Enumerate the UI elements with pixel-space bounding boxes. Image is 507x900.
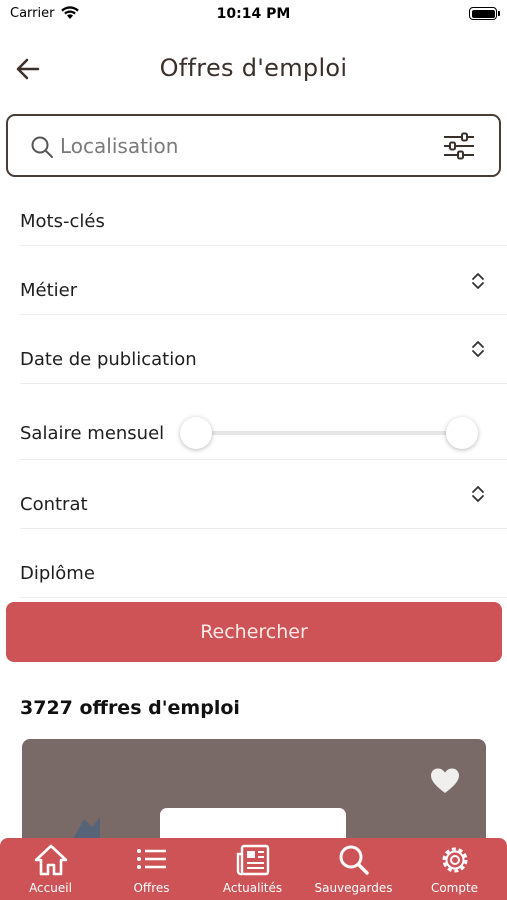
publication-date-select[interactable]: Date de publication (20, 334, 507, 384)
keywords-label: Mots-clés (20, 211, 105, 232)
salary-min-handle[interactable] (180, 417, 212, 449)
chevron-up-down-icon (472, 341, 484, 357)
search-icon (31, 136, 53, 158)
location-input[interactable] (60, 128, 420, 164)
heart-icon[interactable] (430, 767, 460, 794)
publication-date-label: Date de publication (20, 349, 197, 370)
location-search-box (6, 114, 501, 177)
tab-offers[interactable]: Offres (101, 838, 202, 900)
job-label: Métier (20, 280, 78, 301)
tab-news[interactable]: Actualités (202, 838, 303, 900)
keywords-field[interactable]: Mots-clés (20, 196, 507, 246)
salary-slider-track[interactable] (196, 431, 462, 435)
header: Offres d'emploi (0, 42, 507, 96)
tab-label: Accueil (29, 881, 72, 895)
salary-max-handle[interactable] (446, 417, 478, 449)
page-title: Offres d'emploi (159, 54, 348, 82)
contract-label: Contrat (20, 494, 88, 515)
job-select[interactable]: Métier (20, 265, 507, 315)
chevron-up-down-icon (472, 486, 484, 502)
search-icon (339, 845, 369, 875)
tab-label: Actualités (222, 881, 283, 895)
search-button[interactable]: Rechercher (6, 602, 502, 662)
chevron-up-down-icon (472, 273, 484, 289)
tab-label: Compte (430, 881, 479, 895)
clock: 10:14 PM (216, 6, 291, 22)
gear-icon (442, 847, 467, 873)
status-bar: Carrier 10:14 PM (0, 0, 507, 30)
results-count: 3727 offres d'emploi (20, 697, 240, 719)
home-icon (34, 844, 67, 876)
contract-select[interactable]: Contrat (20, 479, 507, 529)
tab-home[interactable]: Accueil (0, 838, 101, 900)
tab-account[interactable]: Compte (404, 838, 505, 900)
newspaper-icon (236, 844, 269, 876)
diploma-label: Diplôme (20, 563, 95, 584)
battery-icon (469, 7, 500, 20)
tab-saved[interactable]: Sauvegardes (303, 838, 404, 900)
tab-label: Sauvegardes (314, 881, 393, 895)
tab-bar: Accueil Offres Actualités Sauvegardes Co… (0, 838, 507, 900)
diploma-field[interactable]: Diplôme (20, 548, 507, 598)
list-icon (136, 849, 166, 869)
tab-label: Offres (133, 881, 170, 895)
filter-sliders-icon[interactable] (443, 132, 475, 160)
salary-label: Salaire mensuel (20, 423, 165, 444)
